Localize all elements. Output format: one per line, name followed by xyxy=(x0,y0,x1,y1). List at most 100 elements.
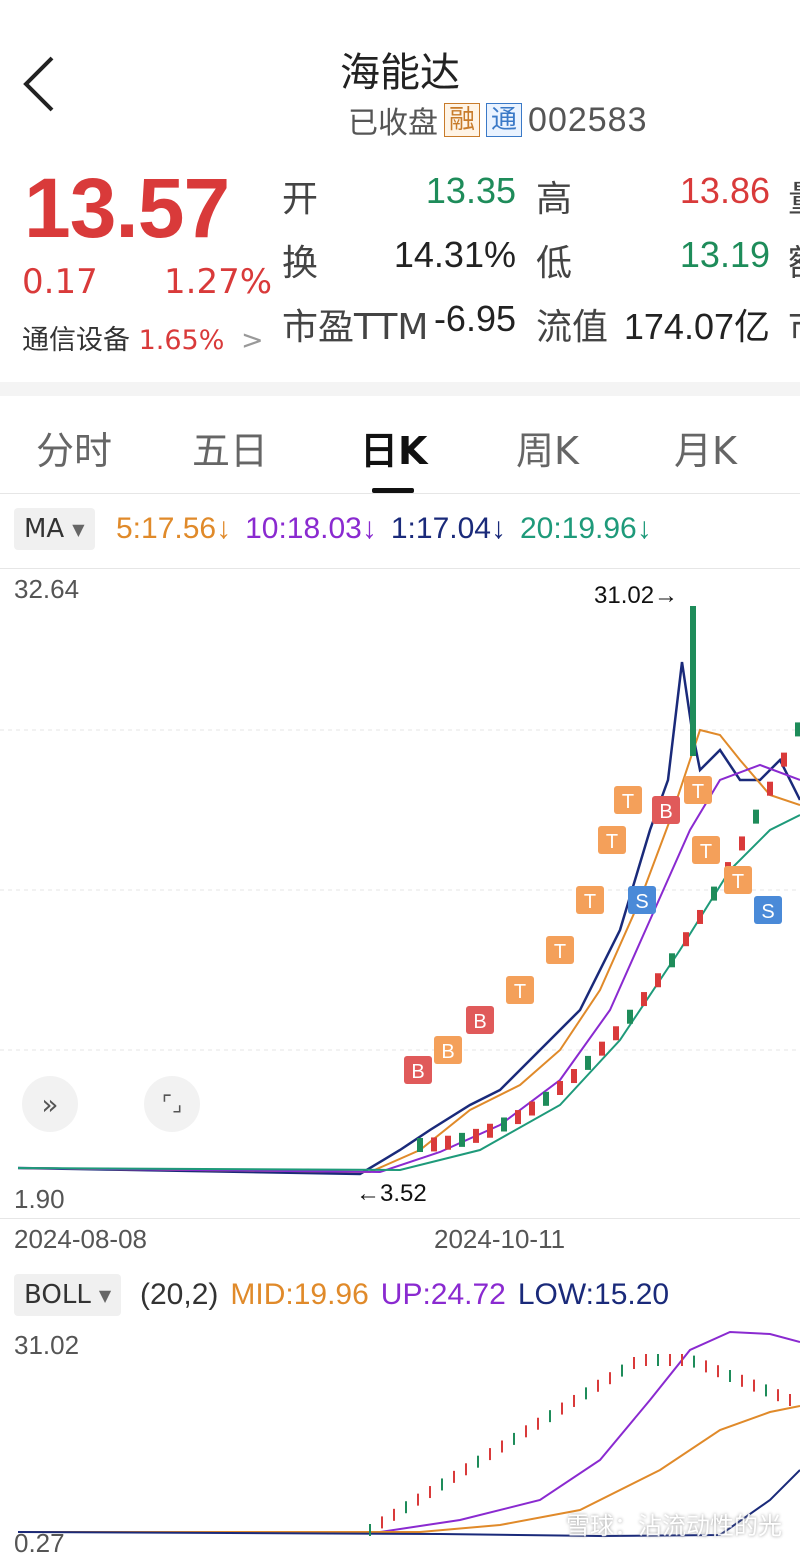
boll-y-min: 0.27 xyxy=(14,1528,65,1558)
tab-monthly-k[interactable]: 月K xyxy=(674,420,737,475)
candle-down xyxy=(459,1132,465,1147)
candle-down xyxy=(753,809,759,824)
candle-up xyxy=(641,992,647,1007)
high-marker: 31.02→ xyxy=(594,582,679,609)
trade-marker-label: B xyxy=(441,1041,454,1063)
candle-up xyxy=(515,1110,521,1125)
price-change-pct: 1.27% xyxy=(164,262,273,302)
caret-down-icon: ▼ xyxy=(98,1285,112,1305)
candle-up xyxy=(599,1041,605,1056)
quote-label-clipped: 市 xyxy=(788,298,800,350)
ma5-line xyxy=(17,728,800,1174)
quote-label-clipped: 量 xyxy=(788,170,800,222)
candle-up xyxy=(781,752,787,767)
chart-bottom-line xyxy=(0,1218,800,1219)
trade-marker-label: B xyxy=(411,1061,424,1083)
subtitle-row: 已收盘 融 通 002583 xyxy=(348,98,648,142)
trade-marker-label: T xyxy=(700,841,712,863)
trade-marker-label: T xyxy=(584,891,596,913)
candle-down xyxy=(543,1091,549,1106)
candle-up xyxy=(739,836,745,851)
candle-up xyxy=(683,932,689,947)
ma-selector[interactable]: MA ▼ xyxy=(14,508,95,550)
candle-up xyxy=(529,1101,535,1116)
stock-code: 002583 xyxy=(528,100,648,139)
ma-values: 5:17.56↓ 10:18.03↓ 1:17.04↓ 20:19.96↓ xyxy=(116,512,652,546)
current-price: 13.57 xyxy=(24,161,230,255)
date-mid: 2024-10-11 xyxy=(434,1224,566,1254)
sector-pct: 1.65% xyxy=(138,325,225,356)
kline-chart[interactable]: BBBTTTTTSBTTTS xyxy=(0,570,800,1220)
candle-up xyxy=(557,1080,563,1095)
y-min-label: 1.90 xyxy=(14,1184,65,1214)
candle-up xyxy=(431,1137,437,1152)
sector-link[interactable]: 通信设备 1.65% > xyxy=(22,318,264,357)
tabs-separator xyxy=(0,493,800,494)
candle-up xyxy=(445,1135,451,1150)
sector-name: 通信设备 xyxy=(22,325,130,356)
quote-label: 高 xyxy=(536,179,573,220)
candle-down xyxy=(501,1117,507,1132)
boll-param: (20,2) xyxy=(140,1278,219,1311)
low-marker: ←3.52 xyxy=(356,1180,427,1207)
fullscreen-button[interactable]: ⌜⌟ xyxy=(144,1076,200,1132)
period-tabs: 分时 五日 日K 周K 月K xyxy=(0,420,800,493)
tab-five-day[interactable]: 五日 xyxy=(192,420,268,475)
connect-tag: 通 xyxy=(486,103,523,137)
candle-down xyxy=(669,953,675,968)
tab-daily-k[interactable]: 日K xyxy=(360,420,427,475)
quote-value: -6.95 xyxy=(433,298,516,339)
boll-mid: MID:19.96 xyxy=(230,1278,369,1311)
trade-marker-label: S xyxy=(635,891,648,913)
candle-up xyxy=(697,909,703,924)
trade-marker-label: B xyxy=(473,1011,486,1033)
tab-weekly-k[interactable]: 周K xyxy=(516,420,579,475)
fullscreen-icon: ⌜⌟ xyxy=(161,1091,183,1117)
trade-marker-label: B xyxy=(659,801,672,823)
ma10-line xyxy=(17,763,800,1174)
expand-button[interactable]: » xyxy=(22,1076,78,1132)
ma-separator xyxy=(0,568,800,569)
quote-value: 174.07亿 xyxy=(623,306,770,347)
margin-tag: 融 xyxy=(444,103,481,137)
watermark: 雪球：沾流动性的光 xyxy=(566,1512,782,1540)
candle-down xyxy=(417,1138,423,1152)
spike-candle xyxy=(690,606,696,756)
tab-intraday[interactable]: 分时 xyxy=(36,420,112,475)
stock-title: 海能达 xyxy=(340,50,460,96)
candle-up xyxy=(655,973,661,988)
quote-label-clipped: 额 xyxy=(788,234,800,286)
boll-values: (20,2) MID:19.96 UP:24.72 LOW:15.20 xyxy=(140,1278,669,1312)
trade-marker-label: T xyxy=(514,981,526,1003)
ma20-value: 20:19.96↓ xyxy=(519,512,652,545)
trade-marker-label: T xyxy=(692,781,704,803)
trade-marker-label: T xyxy=(606,831,618,853)
candle-down xyxy=(711,886,717,901)
ma5-value: 5:17.56↓ xyxy=(116,512,232,545)
quote-label: 低 xyxy=(536,243,573,284)
candle-up xyxy=(767,781,773,796)
section-divider xyxy=(0,382,800,396)
quote-value: 14.31% xyxy=(393,234,516,275)
chevron-right-icon: > xyxy=(240,325,264,356)
trade-marker-label: T xyxy=(622,791,634,813)
ma20-line xyxy=(17,814,800,1172)
double-chevron-icon: » xyxy=(41,1087,59,1121)
quote-label: 换 xyxy=(282,243,319,284)
boll-label: BOLL xyxy=(24,1280,91,1310)
trade-marker-label: T xyxy=(554,941,566,963)
ma1-value: 1:17.04↓ xyxy=(390,512,506,545)
quote-value: 13.35 xyxy=(425,170,516,211)
quote-label: 流值 xyxy=(536,307,609,348)
price-change: 0.17 xyxy=(22,262,98,302)
market-status: 已收盘 xyxy=(348,106,438,141)
candle-down xyxy=(627,1009,633,1024)
candle-down xyxy=(795,722,800,737)
date-left: 2024-08-08 xyxy=(14,1224,147,1254)
quote-value: 13.86 xyxy=(679,170,770,211)
boll-selector[interactable]: BOLL ▼ xyxy=(14,1274,122,1316)
candle-down xyxy=(585,1055,591,1070)
caret-down-icon: ▼ xyxy=(72,519,85,539)
candle-up xyxy=(571,1069,577,1084)
ma10-value: 10:18.03↓ xyxy=(245,512,377,545)
